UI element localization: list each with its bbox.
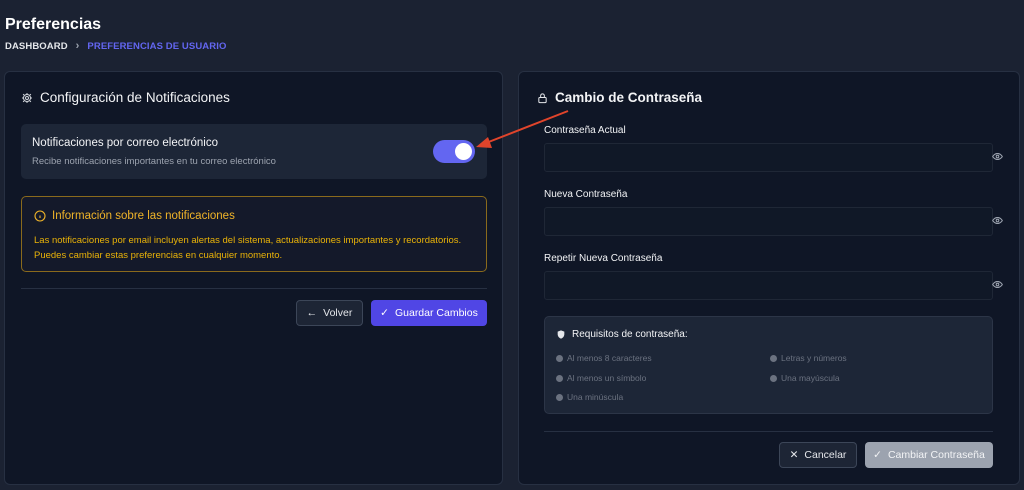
email-notifications-description: Recibe notificaciones importantes en tu … — [32, 156, 276, 167]
toggle-knob — [455, 143, 472, 160]
breadcrumb-dashboard[interactable]: DASHBOARD — [5, 41, 68, 52]
new-password-label: Nueva Contraseña — [544, 189, 628, 200]
notifications-info-box: Información sobre las notificaciones Las… — [21, 196, 487, 272]
eye-icon[interactable] — [992, 281, 1003, 288]
arrow-left-icon: ← — [306, 307, 318, 319]
requirement-item: Al menos 8 caracteres — [556, 353, 652, 363]
repeat-password-label: Repetir Nueva Contraseña — [544, 253, 663, 264]
current-password-input[interactable] — [544, 143, 993, 172]
notifications-heading: Configuración de Notificaciones — [21, 90, 230, 105]
info-line-2: Puedes cambiar estas preferencias en cua… — [34, 250, 283, 261]
chevron-right-icon: › — [75, 40, 80, 52]
breadcrumb: DASHBOARD › PREFERENCIAS DE USUARIO — [5, 40, 226, 52]
password-requirements-box: Requisitos de contraseña: Al menos 8 car… — [544, 316, 993, 414]
divider — [544, 431, 993, 432]
email-notifications-title: Notificaciones por correo electrónico — [32, 137, 219, 149]
requirements-title-label: Requisitos de contraseña: — [572, 329, 688, 340]
info-title: Información sobre las notificaciones — [34, 210, 235, 222]
change-password-button[interactable]: ✓ Cambiar Contraseña — [865, 442, 993, 468]
requirement-dot — [770, 354, 777, 362]
breadcrumb-current: PREFERENCIAS DE USUARIO — [87, 40, 227, 52]
requirement-label: Una minúscula — [567, 392, 624, 402]
requirement-item: Una mayúscula — [770, 373, 840, 383]
lock-icon — [538, 92, 547, 103]
back-button-label: Volver — [323, 307, 353, 319]
requirement-label: Al menos un símbolo — [567, 373, 647, 383]
cancel-button[interactable]: ✕ Cancelar — [779, 442, 857, 468]
requirement-dot — [556, 354, 563, 362]
shield-icon — [557, 330, 565, 339]
page-title: Preferencias — [5, 16, 102, 33]
requirements-title: Requisitos de contraseña: — [556, 329, 688, 340]
repeat-password-input[interactable] — [544, 271, 993, 300]
info-text: Las notificaciones por email incluyen al… — [34, 233, 484, 263]
requirement-item: Al menos un símbolo — [556, 373, 646, 383]
info-circle-icon — [34, 210, 46, 222]
notifications-panel: Configuración de Notificaciones Notifica… — [4, 71, 503, 485]
new-password-input[interactable] — [544, 207, 993, 236]
password-heading-label: Cambio de Contraseña — [555, 90, 703, 105]
notifications-heading-label: Configuración de Notificaciones — [40, 90, 230, 105]
requirement-item: Una minúscula — [556, 392, 623, 402]
requirement-label: Una mayúscula — [781, 373, 840, 383]
requirement-item: Letras y números — [770, 353, 847, 363]
password-heading: Cambio de Contraseña — [537, 90, 702, 105]
eye-icon[interactable] — [992, 153, 1003, 160]
save-button-label: Guardar Cambios — [394, 307, 478, 319]
info-line-1: Las notificaciones por email incluyen al… — [34, 235, 462, 246]
divider — [21, 288, 487, 289]
password-panel: Cambio de Contraseña Contraseña Actual N… — [518, 71, 1020, 485]
save-changes-button[interactable]: ✓ Guardar Cambios — [371, 300, 487, 326]
cancel-button-label: Cancelar — [804, 449, 847, 461]
gear-icon — [22, 92, 32, 103]
requirement-dot — [770, 374, 777, 382]
requirement-dot — [556, 374, 563, 382]
info-title-label: Información sobre las notificaciones — [52, 210, 235, 222]
close-icon: ✕ — [789, 449, 799, 461]
current-password-label: Contraseña Actual — [544, 125, 626, 136]
requirement-dot — [556, 393, 563, 401]
change-password-label: Cambiar Contraseña — [887, 449, 985, 461]
eye-icon[interactable] — [992, 217, 1003, 224]
check-icon: ✓ — [380, 307, 389, 319]
requirement-label: Al menos 8 caracteres — [567, 353, 652, 363]
back-button[interactable]: ← Volver — [296, 300, 363, 326]
check-icon: ✓ — [873, 449, 882, 461]
email-notifications-toggle[interactable] — [433, 140, 475, 163]
requirement-label: Letras y números — [781, 353, 847, 363]
email-notifications-card: Notificaciones por correo electrónico Re… — [21, 124, 487, 179]
